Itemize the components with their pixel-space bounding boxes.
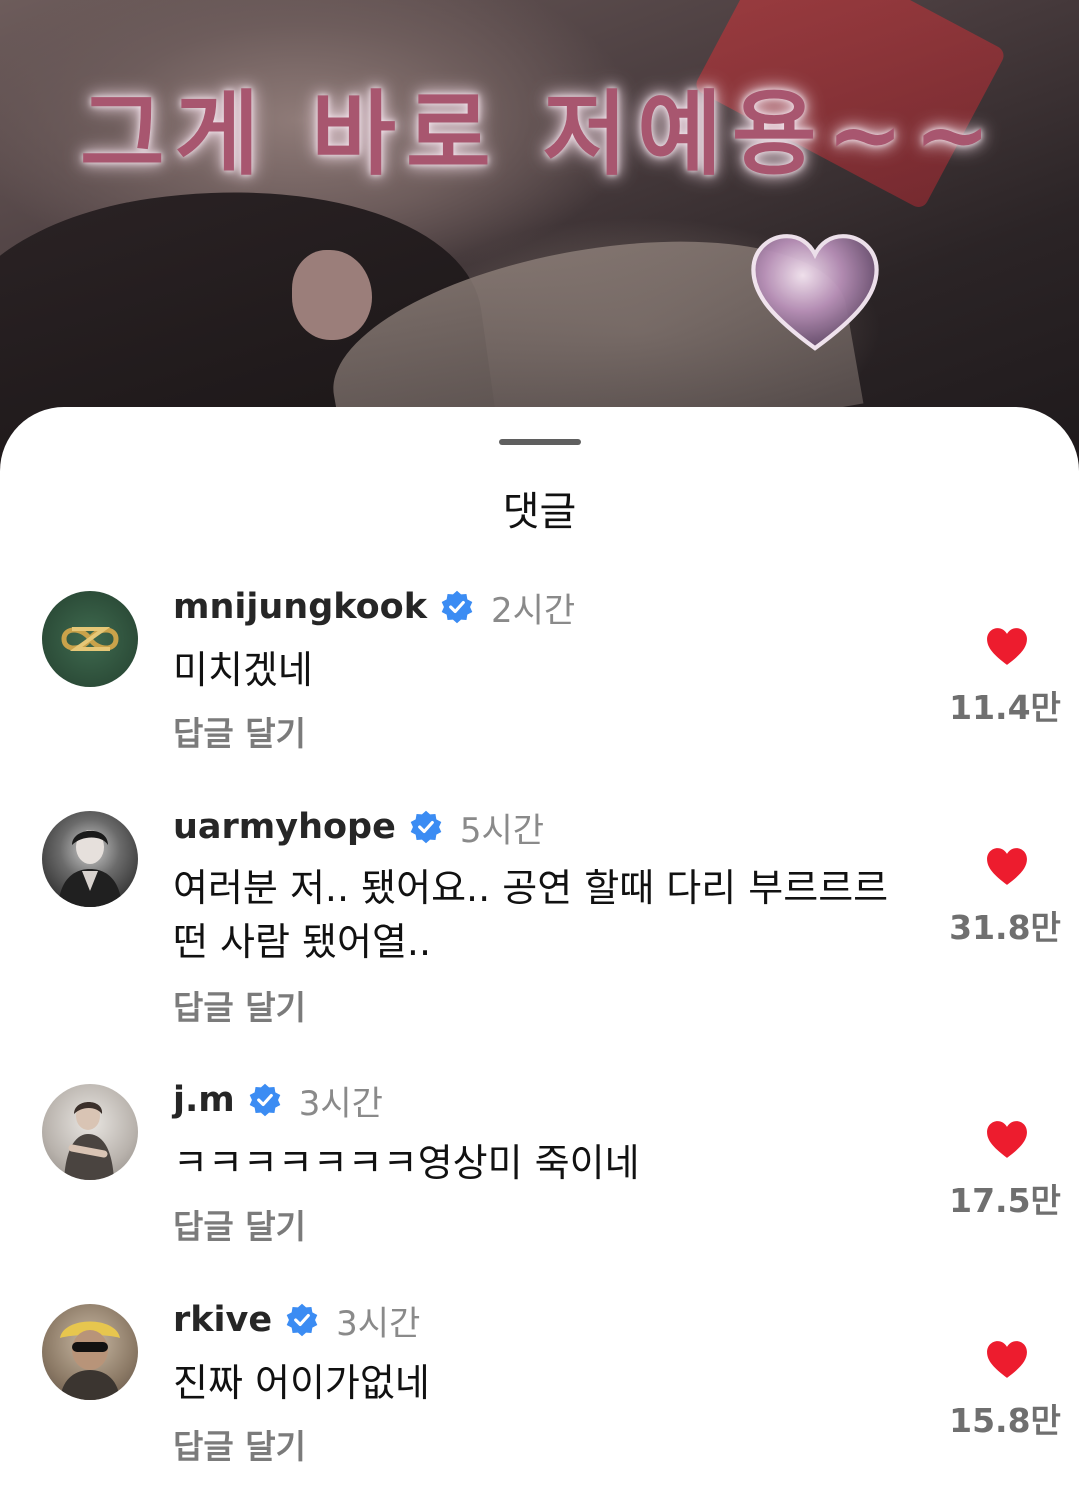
video-caption-overlay: 그게 바로 저예용~~ <box>80 81 1001 188</box>
like-count: 17.5만 <box>949 1181 1061 1220</box>
person-photo-icon <box>64 1102 114 1180</box>
comment-header: uarmyhope 5시간 <box>173 805 545 851</box>
comment-header: mnijungkook 2시간 <box>173 585 576 631</box>
verified-badge-icon <box>441 590 473 624</box>
avatar[interactable] <box>42 591 138 687</box>
sheet-drag-handle[interactable] <box>499 439 581 445</box>
avatar[interactable] <box>42 1304 138 1400</box>
comment-text: 진짜 어이가없네 <box>173 1361 430 1405</box>
reply-button[interactable]: 답글 달기 <box>173 981 306 1029</box>
reply-button[interactable]: 답글 달기 <box>173 707 306 755</box>
comment-header: rkive 3시간 <box>173 1298 421 1344</box>
video-ear-shape <box>292 250 372 340</box>
sheet-title: 댓글 <box>502 489 577 535</box>
username[interactable]: uarmyhope <box>173 807 396 847</box>
username[interactable]: rkive <box>173 1300 272 1340</box>
like-count: 15.8만 <box>949 1401 1061 1440</box>
username[interactable]: mnijungkook <box>173 587 427 627</box>
reply-button[interactable]: 답글 달기 <box>173 1200 306 1248</box>
like-count: 11.4만 <box>949 688 1061 727</box>
comment-time: 2시간 <box>490 590 576 631</box>
verified-badge-icon <box>249 1083 281 1117</box>
comment-time: 3시간 <box>336 1303 421 1344</box>
like-heart-icon[interactable] <box>986 847 1028 887</box>
comment-text: 미치겠네 <box>173 648 313 692</box>
comments-sheet: 댓글 mnijungkook 2시간 미치겠네 답글 달기 11.4만 uarm… <box>0 407 1079 1509</box>
comment-item: mnijungkook 2시간 미치겠네 답글 달기 11.4만 <box>0 585 1079 765</box>
comment-text: 여러분 저.. 됐어요.. 공연 할때 다리 부르르르 떤 사람 됐어열.. <box>173 866 889 964</box>
username[interactable]: j.m <box>173 1080 235 1120</box>
avatar[interactable] <box>42 1084 138 1180</box>
gold-infinity-logo-icon <box>61 627 119 651</box>
person-photo-icon <box>58 830 122 907</box>
verified-badge-icon <box>410 810 442 844</box>
comment-text: ㅋㅋㅋㅋㅋㅋㅋ영상미 죽이네 <box>173 1141 640 1185</box>
comment-item: j.m 3시간 ㅋㅋㅋㅋㅋㅋㅋ영상미 죽이네 답글 달기 17.5만 <box>0 1078 1079 1258</box>
like-count: 31.8만 <box>949 908 1061 947</box>
comment-header: j.m 3시간 <box>173 1078 383 1124</box>
bubble-heart-icon <box>751 234 879 351</box>
verified-badge-icon <box>286 1303 318 1337</box>
person-photo-icon <box>60 1321 120 1400</box>
avatar[interactable] <box>42 811 138 907</box>
like-heart-icon[interactable] <box>986 627 1028 667</box>
comment-time: 5시간 <box>459 810 545 851</box>
video-background[interactable]: 그게 바로 저예용~~ <box>0 0 1079 470</box>
reply-button[interactable]: 답글 달기 <box>173 1420 306 1468</box>
like-heart-icon[interactable] <box>986 1120 1028 1160</box>
like-heart-icon[interactable] <box>986 1340 1028 1380</box>
comment-item: uarmyhope 5시간 여러분 저.. 됐어요.. 공연 할때 다리 부르르… <box>0 805 1079 1045</box>
comment-item: rkive 3시간 진짜 어이가없네 답글 달기 15.8만 <box>0 1298 1079 1478</box>
comment-time: 3시간 <box>298 1083 383 1124</box>
